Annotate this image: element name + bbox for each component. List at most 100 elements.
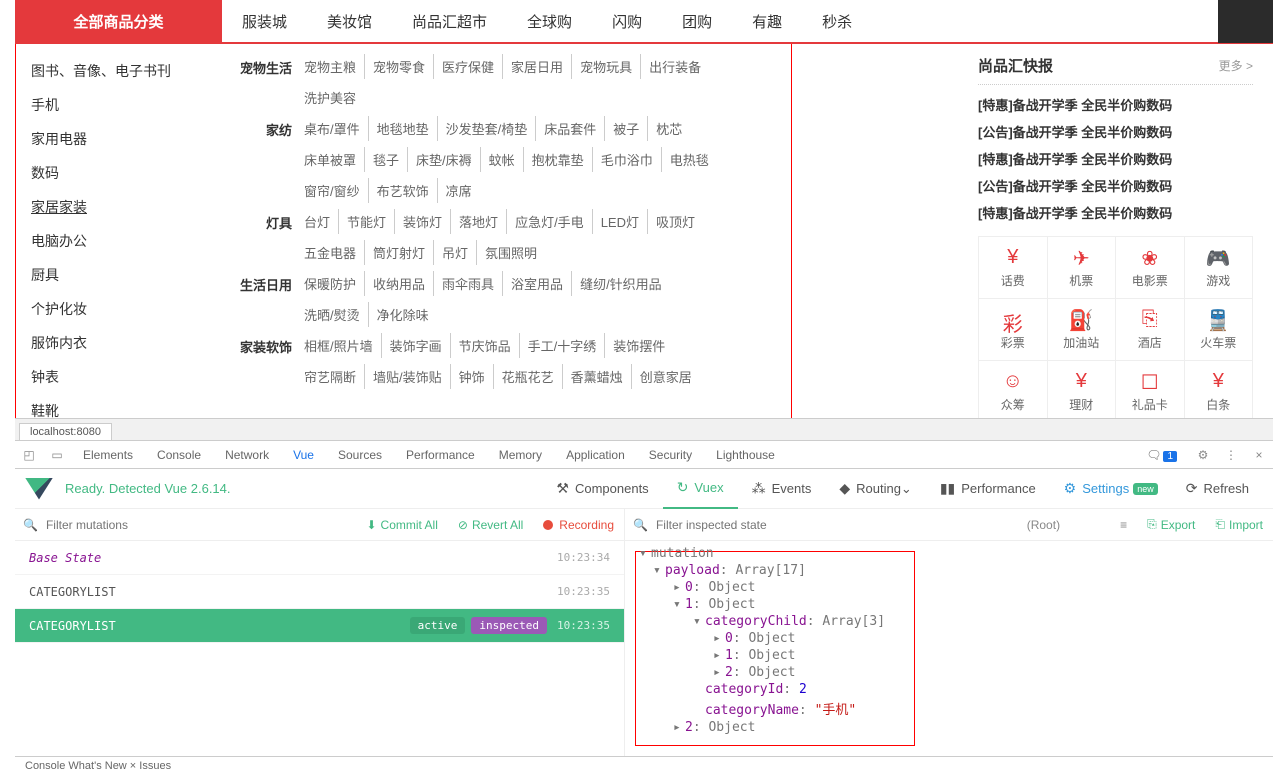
vuex-tab[interactable]: ↻Vuex <box>663 469 738 509</box>
export-button[interactable]: ⎘ Export <box>1137 517 1205 532</box>
sidebar-item[interactable]: 图书、音像、电子书刊 <box>31 54 222 88</box>
filter-state-input[interactable] <box>656 518 1017 532</box>
topnav-item[interactable]: 有趣 <box>732 0 802 42</box>
mega-link[interactable]: 出行装备 <box>640 54 709 79</box>
mega-link[interactable]: 落地灯 <box>450 209 506 234</box>
refresh-button[interactable]: ⟳Refresh <box>1172 469 1263 509</box>
mega-link[interactable]: 氛围照明 <box>476 240 545 265</box>
topnav-item[interactable]: 服装城 <box>222 0 307 42</box>
recording-indicator[interactable]: Recording <box>533 518 624 532</box>
sidebar-item[interactable]: 鞋靴 <box>31 394 222 418</box>
mega-link[interactable]: 保暖防护 <box>304 271 364 296</box>
mega-link[interactable]: 窗帘/窗纱 <box>304 178 368 203</box>
mega-link[interactable]: 地毯地垫 <box>368 116 437 141</box>
mega-link[interactable]: 床品套件 <box>535 116 604 141</box>
sidebar-item[interactable]: 家用电器 <box>31 122 222 156</box>
service-理财[interactable]: ¥理财 <box>1048 361 1117 418</box>
sidebar-item[interactable]: 厨具 <box>31 258 222 292</box>
devtools-tab-lighthouse[interactable]: Lighthouse <box>704 448 787 462</box>
mega-link[interactable]: 净化除味 <box>368 302 437 327</box>
devtools-tab-console[interactable]: Console <box>145 448 213 462</box>
mega-link[interactable]: 布艺软饰 <box>368 178 437 203</box>
service-游戏[interactable]: 🎮游戏 <box>1185 237 1253 299</box>
mega-link[interactable]: 花瓶花艺 <box>493 364 562 389</box>
news-more-link[interactable]: 更多 > <box>1219 57 1253 74</box>
filter-icon[interactable]: ≡ <box>1110 518 1137 532</box>
drawer-tabs[interactable]: Console What's New × Issues <box>25 760 171 772</box>
mutation-row[interactable]: Base State10:23:34 <box>15 541 624 575</box>
mega-link[interactable]: 宠物主粮 <box>304 54 364 79</box>
mega-link[interactable]: 五金电器 <box>304 240 364 265</box>
filter-mutations-input[interactable] <box>46 518 357 532</box>
mega-link[interactable]: 毛巾浴巾 <box>592 147 661 172</box>
topnav-item[interactable]: 全球购 <box>507 0 592 42</box>
mega-link[interactable]: LED灯 <box>592 209 647 234</box>
mega-link[interactable]: 凉席 <box>437 178 480 203</box>
mega-link[interactable]: 床垫/床褥 <box>407 147 480 172</box>
mega-link[interactable]: 节庆饰品 <box>450 333 519 358</box>
mega-link[interactable]: 装饰摆件 <box>604 333 673 358</box>
mega-link[interactable]: 台灯 <box>304 209 338 234</box>
mega-link[interactable]: 相框/照片墙 <box>304 333 381 358</box>
service-机票[interactable]: ✈机票 <box>1048 237 1117 299</box>
mega-link[interactable]: 蚊帐 <box>480 147 523 172</box>
mega-link[interactable]: 帘艺隔断 <box>304 364 364 389</box>
mega-link[interactable]: 筒灯射灯 <box>364 240 433 265</box>
mega-link[interactable]: 钟饰 <box>450 364 493 389</box>
settings-gear-icon[interactable]: ⚙ <box>1189 448 1217 462</box>
sidebar-item[interactable]: 家居家装 <box>31 190 222 224</box>
device-icon[interactable]: ▭ <box>43 448 71 462</box>
mega-link[interactable]: 吊灯 <box>433 240 476 265</box>
topnav-item[interactable]: 团购 <box>662 0 732 42</box>
devtools-tab-vue[interactable]: Vue <box>281 448 326 462</box>
sidebar-item[interactable]: 个护化妆 <box>31 292 222 326</box>
devtools-tab-elements[interactable]: Elements <box>71 448 145 462</box>
service-酒店[interactable]: ⎘酒店 <box>1116 299 1185 361</box>
devtools-tab-performance[interactable]: Performance <box>394 448 487 462</box>
topnav-item[interactable]: 闪购 <box>592 0 662 42</box>
more-icon[interactable]: ⋮ <box>1217 448 1245 462</box>
service-火车票[interactable]: 🚆火车票 <box>1185 299 1253 361</box>
topnav-item[interactable]: 秒杀 <box>802 0 872 42</box>
mega-link[interactable]: 抱枕靠垫 <box>523 147 592 172</box>
mega-link[interactable]: 节能灯 <box>338 209 394 234</box>
sidebar-item[interactable]: 钟表 <box>31 360 222 394</box>
commit-all-button[interactable]: ⬇ Commit All <box>356 518 447 532</box>
topnav-item[interactable]: 美妆馆 <box>307 0 392 42</box>
mega-link[interactable]: 沙发垫套/椅垫 <box>437 116 536 141</box>
mutation-row[interactable]: CATEGORYLIST10:23:35 <box>15 575 624 609</box>
components-tab[interactable]: ⚒Components <box>542 469 662 509</box>
mega-link[interactable]: 吸顶灯 <box>647 209 703 234</box>
mega-link[interactable]: 香薰蜡烛 <box>562 364 631 389</box>
routing-tab[interactable]: ◆Routing ⌄ <box>825 469 926 509</box>
mega-link[interactable]: 创意家居 <box>631 364 700 389</box>
devtools-tab-security[interactable]: Security <box>637 448 704 462</box>
service-话费[interactable]: ¥话费 <box>979 237 1048 299</box>
news-item[interactable]: [特惠]备战开学季 全民半价购数码 <box>978 199 1253 226</box>
mega-link[interactable]: 家居日用 <box>502 54 571 79</box>
news-item[interactable]: [特惠]备战开学季 全民半价购数码 <box>978 145 1253 172</box>
close-icon[interactable]: × <box>1245 448 1273 462</box>
mega-link[interactable]: 洗晒/熨烫 <box>304 302 368 327</box>
service-众筹[interactable]: ☺众筹 <box>979 361 1048 418</box>
news-item[interactable]: [公告]备战开学季 全民半价购数码 <box>978 172 1253 199</box>
mega-link[interactable]: 医疗保健 <box>433 54 502 79</box>
devtools-tab-application[interactable]: Application <box>554 448 637 462</box>
mega-link[interactable]: 被子 <box>604 116 647 141</box>
mega-link[interactable]: 墙贴/装饰贴 <box>364 364 450 389</box>
mega-link[interactable]: 桌布/罩件 <box>304 116 368 141</box>
service-加油站[interactable]: ⛽加油站 <box>1048 299 1117 361</box>
mega-link[interactable]: 手工/十字绣 <box>519 333 605 358</box>
sidebar-item[interactable]: 手机 <box>31 88 222 122</box>
mega-link[interactable]: 应急灯/手电 <box>506 209 592 234</box>
devtools-tab-network[interactable]: Network <box>213 448 281 462</box>
service-电影票[interactable]: ❀电影票 <box>1116 237 1185 299</box>
issues-badge[interactable]: 🗨1 <box>1134 448 1189 462</box>
settings-tab[interactable]: ⚙Settingsnew <box>1050 469 1172 509</box>
inspect-icon[interactable]: ◰ <box>15 448 43 462</box>
mega-link[interactable]: 宠物玩具 <box>571 54 640 79</box>
devtools-tab-memory[interactable]: Memory <box>487 448 554 462</box>
events-tab[interactable]: ⁂Events <box>738 469 826 509</box>
all-categories-button[interactable]: 全部商品分类 <box>15 0 222 42</box>
revert-all-button[interactable]: ⊘ Revert All <box>448 518 533 532</box>
